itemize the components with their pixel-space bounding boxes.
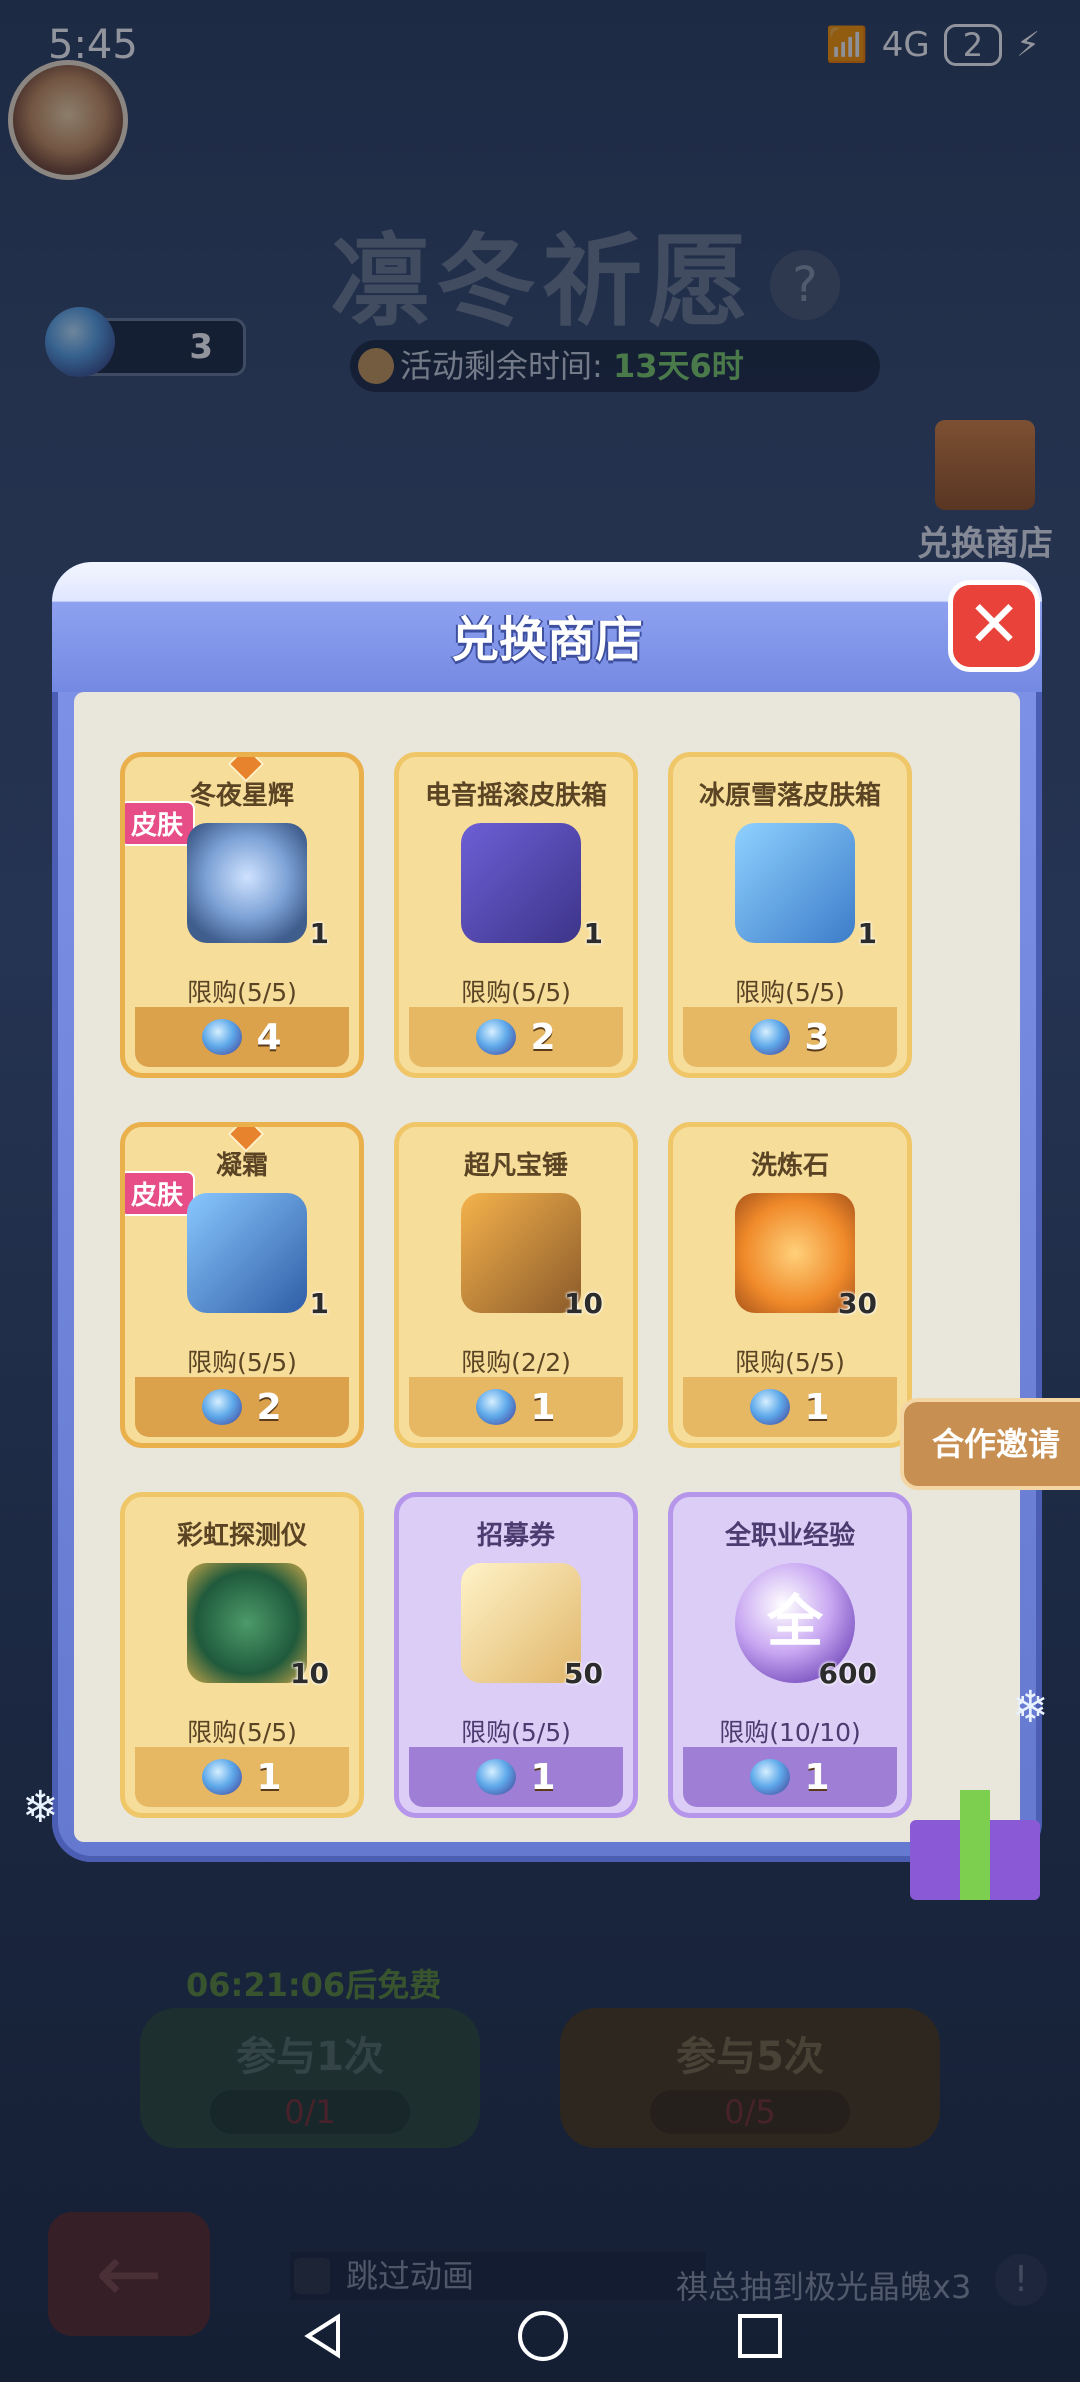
item-limit: 限购(5/5) <box>187 1718 297 1747</box>
item-name: 全职业经验 <box>724 1521 855 1551</box>
item-limit: 限购(5/5) <box>187 978 297 1007</box>
price-button[interactable]: 1 <box>409 1747 623 1807</box>
price-button[interactable]: 1 <box>135 1747 349 1807</box>
modal-title: 兑换商店 <box>450 612 643 668</box>
item-name: 洗炼石 <box>750 1151 829 1181</box>
item-price: 1 <box>804 1756 830 1798</box>
item-quantity: 10 <box>564 1287 603 1320</box>
shop-item[interactable]: 洗炼石 30 限购(5/5) 1 <box>668 1122 912 1448</box>
shop-item[interactable]: 电音摇滚皮肤箱 1 限购(5/5) 2 <box>394 752 638 1078</box>
item-limit: 限购(5/5) <box>187 1348 297 1377</box>
item-price: 2 <box>256 1386 282 1428</box>
skin-tag: 皮肤 <box>125 801 196 846</box>
rainbow-probe-icon <box>187 1563 307 1683</box>
shop-item[interactable]: 彩虹探测仪 10 限购(5/5) 1 <box>120 1492 364 1818</box>
gem-icon <box>202 1759 243 1795</box>
price-button[interactable]: 1 <box>409 1377 623 1437</box>
gem-icon <box>750 1389 791 1425</box>
price-button[interactable]: 2 <box>409 1007 623 1067</box>
snowflake-icon: ❄ <box>1012 1682 1049 1733</box>
shop-item[interactable]: 冬夜星辉 皮肤 1 限购(5/5) 4 <box>120 752 364 1078</box>
gem-icon <box>476 1019 517 1055</box>
price-button[interactable]: 2 <box>135 1377 349 1437</box>
item-quantity: 1 <box>857 917 877 950</box>
item-name: 冰原雪落皮肤箱 <box>698 781 881 811</box>
close-icon: ✕ <box>967 588 1021 662</box>
item-price: 4 <box>256 1016 282 1058</box>
item-name: 电音摇滚皮肤箱 <box>424 781 607 811</box>
gem-icon <box>750 1019 791 1055</box>
recruit-ticket-icon <box>461 1563 581 1683</box>
gift-ribbon <box>960 1790 990 1900</box>
shop-item[interactable]: 超凡宝锤 10 限购(2/2) 1 <box>394 1122 638 1448</box>
nav-home-icon[interactable] <box>518 2311 568 2361</box>
price-button[interactable]: 4 <box>135 1007 349 1067</box>
item-quantity: 30 <box>838 1287 877 1320</box>
item-name: 超凡宝锤 <box>463 1151 568 1181</box>
item-quantity: 1 <box>309 1287 329 1320</box>
price-button[interactable]: 1 <box>683 1377 897 1437</box>
shop-item[interactable]: 冰原雪落皮肤箱 1 限购(5/5) 3 <box>668 752 912 1078</box>
item-limit: 限购(5/5) <box>735 978 845 1007</box>
price-button[interactable]: 1 <box>683 1747 897 1807</box>
exchange-shop-modal: 兑换商店 ✕ 冬夜星辉 皮肤 1 限购(5/5) 4 电音摇滚皮肤箱 1 限购(… <box>22 562 1049 1862</box>
shop-item[interactable]: 招募券 50 限购(5/5) 1 <box>394 1492 638 1818</box>
item-quantity: 600 <box>818 1657 877 1690</box>
item-quantity: 1 <box>583 917 603 950</box>
ice-hero-skin-icon <box>187 823 307 943</box>
ice-skin-box-icon <box>735 823 855 943</box>
item-limit: 限购(5/5) <box>461 978 571 1007</box>
item-price: 1 <box>530 1386 556 1428</box>
item-price: 1 <box>804 1386 830 1428</box>
item-price: 1 <box>530 1756 556 1798</box>
refine-stone-icon <box>735 1193 855 1313</box>
item-price: 2 <box>530 1016 556 1058</box>
item-price: 3 <box>804 1016 830 1058</box>
item-limit: 限购(5/5) <box>461 1718 571 1747</box>
gem-icon <box>202 1019 243 1055</box>
price-button[interactable]: 3 <box>683 1007 897 1067</box>
item-quantity: 1 <box>309 917 329 950</box>
item-price: 1 <box>256 1756 282 1798</box>
shop-item[interactable]: 凝霜 皮肤 1 限购(5/5) 2 <box>120 1122 364 1448</box>
gem-icon <box>476 1759 517 1795</box>
gem-icon <box>750 1759 791 1795</box>
modal-body[interactable]: 冬夜星辉 皮肤 1 限购(5/5) 4 电音摇滚皮肤箱 1 限购(5/5) 2 … <box>74 692 1020 1842</box>
nav-recents-icon[interactable] <box>738 2314 782 2358</box>
gem-icon <box>476 1389 517 1425</box>
system-nav-bar <box>0 2290 1080 2382</box>
item-quantity: 50 <box>564 1657 603 1690</box>
gift-box-icon[interactable] <box>900 1780 1050 1900</box>
gem-icon <box>202 1389 243 1425</box>
frost-dagger-icon <box>187 1193 307 1313</box>
item-limit: 限购(10/10) <box>719 1718 861 1747</box>
coop-invite-button[interactable]: 合作邀请 <box>900 1398 1080 1490</box>
item-limit: 限购(5/5) <box>735 1348 845 1377</box>
close-button[interactable]: ✕ <box>948 580 1040 672</box>
nav-back-icon[interactable] <box>298 2311 348 2361</box>
item-quantity: 10 <box>290 1657 329 1690</box>
snowflake-icon: ❄ <box>22 1782 59 1833</box>
item-name: 招募券 <box>476 1521 555 1551</box>
shop-item[interactable]: 全职业经验 全 600 限购(10/10) 1 <box>668 1492 912 1818</box>
item-limit: 限购(2/2) <box>461 1348 571 1377</box>
skin-tag: 皮肤 <box>125 1171 196 1216</box>
rock-skin-box-icon <box>461 823 581 943</box>
hammer-icon <box>461 1193 581 1313</box>
item-name: 彩虹探测仪 <box>176 1521 307 1551</box>
